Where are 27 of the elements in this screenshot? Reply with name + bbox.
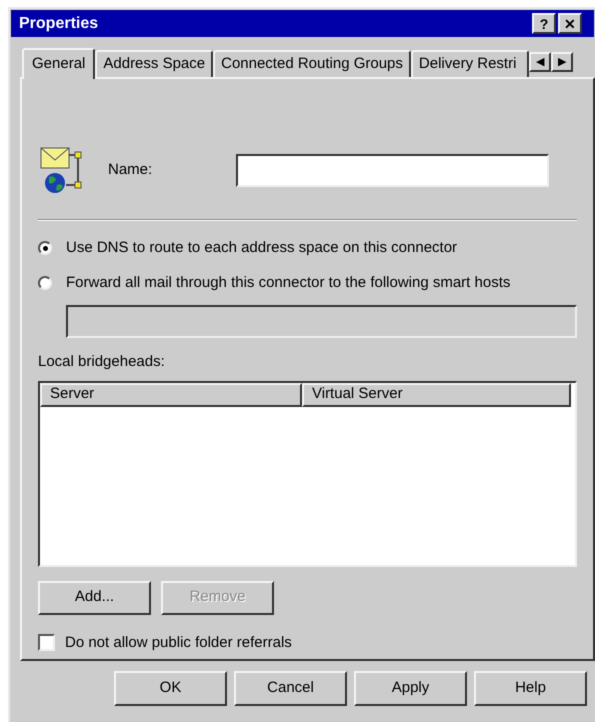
tab[interactable]: Address Space [95,50,214,77]
ok-button[interactable]: OK [114,671,227,706]
tab[interactable]: Delivery Restri [410,50,529,77]
bridgeheads-label: Local bridgeheads: [38,352,166,372]
radio-button[interactable] [38,241,52,256]
checkbox-label[interactable]: Do not allow public folder referrals [65,632,292,654]
envelope-globe-icon [40,147,84,193]
radio-label[interactable]: Forward all mail through this connector to the following smart hosts [66,272,510,294]
apply-button[interactable]: Apply [354,671,467,706]
scroll-right-button[interactable]: ▶ [550,52,573,72]
radio-label[interactable]: Use DNS to route to each address space on this connector [66,237,458,260]
add-button[interactable]: Add... [38,580,151,614]
close-button[interactable]: ✕ [558,13,582,34]
help-button[interactable]: ? [532,13,556,34]
column-header[interactable]: Server [40,382,302,406]
help-button[interactable]: Help [474,671,587,706]
tab[interactable]: Connected Routing Groups [213,50,411,77]
cancel-button[interactable]: Cancel [234,671,347,706]
scroll-left-button[interactable]: ◀ [528,52,551,72]
name-label: Name: [108,160,154,180]
bridgeheads-list[interactable]: Server Virtual Server [38,380,577,566]
checkbox[interactable] [38,634,55,652]
radio-button[interactable] [38,276,52,290]
tab[interactable]: General [22,48,96,79]
window-title: Properties [19,14,100,34]
column-header[interactable]: Virtual Server [302,382,571,406]
name-field[interactable] [236,154,549,186]
